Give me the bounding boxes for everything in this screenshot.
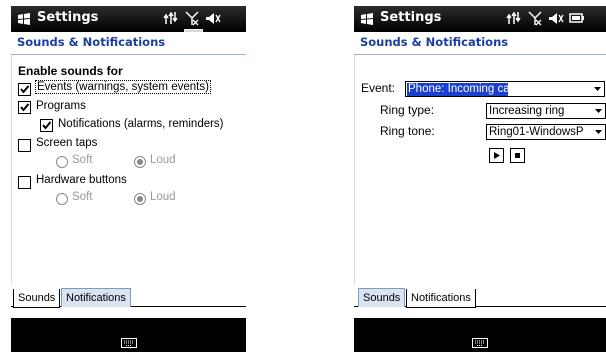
events-label[interactable]: Events (warnings, system events) <box>35 80 211 94</box>
keyboard-icon[interactable] <box>472 338 488 348</box>
page-title: Sounds & Notifications <box>360 35 509 49</box>
stop-icon <box>515 153 520 158</box>
volume-off-icon[interactable] <box>548 10 564 26</box>
screen-taps-checkbox[interactable] <box>18 139 31 152</box>
sounds-content: Enable sounds for Events (warnings, syst… <box>11 55 246 284</box>
screen-taps-label[interactable]: Screen taps <box>36 137 97 149</box>
page-header: Sounds & Notifications <box>354 32 606 55</box>
ring-tone-value: Ring01-WindowsP <box>489 126 584 138</box>
checkmark-icon <box>42 121 52 130</box>
battery-icon <box>569 13 584 23</box>
play-button[interactable] <box>489 148 504 163</box>
hardware-buttons-loud-label[interactable]: Loud <box>150 191 176 203</box>
programs-label[interactable]: Programs <box>36 100 86 112</box>
connectivity-icon[interactable] <box>506 10 522 26</box>
app-title: Settings <box>37 10 99 25</box>
ring-type-label: Ring type: <box>380 103 435 117</box>
hardware-buttons-soft-label[interactable]: Soft <box>72 191 92 203</box>
notifications-checkbox[interactable] <box>40 119 53 132</box>
sounds-tab-screen: Settings OK Sounds & Notifications Enabl… <box>11 6 246 352</box>
ring-tone-dropdown[interactable]: Ring01-WindowsP <box>486 124 606 140</box>
hardware-buttons-soft-radio[interactable] <box>56 193 68 205</box>
status-icons <box>506 10 590 28</box>
status-icons: OK <box>163 10 246 46</box>
checkmark-icon <box>20 85 30 94</box>
play-icon <box>494 152 500 159</box>
screen-taps-soft-label[interactable]: Soft <box>72 154 92 166</box>
hardware-buttons-checkbox[interactable] <box>18 176 31 189</box>
title-bar: Settings <box>354 6 606 32</box>
ring-tone-label: Ring tone: <box>380 124 435 138</box>
connectivity-icon[interactable] <box>163 10 179 26</box>
events-checkbox[interactable] <box>18 83 31 96</box>
screen-taps-loud-label[interactable]: Loud <box>150 154 176 166</box>
page-header: Sounds & Notifications <box>11 32 246 55</box>
tab-sounds[interactable]: Sounds <box>358 288 406 307</box>
tab-notifications[interactable]: Notifications <box>406 289 476 308</box>
menu-bar <box>11 318 246 352</box>
chevron-down-icon <box>595 109 602 113</box>
event-dropdown[interactable]: Phone: Incoming call <box>405 81 605 97</box>
windows-logo-icon[interactable] <box>17 12 31 26</box>
notifications-tab-screen: Settings Sounds & Notifications Event: P… <box>354 6 606 352</box>
page-title: Sounds & Notifications <box>17 35 166 49</box>
notifications-content: Event: Phone: Incoming call Ring type: I… <box>354 55 606 284</box>
hardware-buttons-label[interactable]: Hardware buttons <box>36 174 127 186</box>
programs-checkbox[interactable] <box>18 101 31 114</box>
event-label: Event: <box>361 81 396 95</box>
ring-type-dropdown[interactable]: Increasing ring <box>486 103 606 119</box>
stop-button[interactable] <box>510 148 525 163</box>
app-title: Settings <box>380 10 442 25</box>
chevron-down-icon <box>594 87 601 91</box>
signal-off-icon[interactable] <box>527 10 543 26</box>
windows-logo-icon[interactable] <box>360 12 374 26</box>
keyboard-icon[interactable] <box>120 338 137 348</box>
volume-off-icon[interactable] <box>205 10 221 26</box>
section-label: Enable sounds for <box>18 64 123 78</box>
screen-taps-loud-radio[interactable] <box>134 156 146 168</box>
tab-notifications[interactable]: Notifications <box>61 288 131 307</box>
cropped-caption <box>0 0 606 5</box>
checkmark-icon <box>20 103 30 112</box>
screen-taps-soft-radio[interactable] <box>56 156 68 168</box>
chevron-down-icon <box>595 130 602 134</box>
signal-off-icon[interactable] <box>184 10 200 26</box>
tab-sounds[interactable]: Sounds <box>13 289 61 308</box>
title-bar: Settings OK <box>11 6 246 46</box>
notifications-label[interactable]: Notifications (alarms, reminders) <box>58 118 224 130</box>
hardware-buttons-loud-radio[interactable] <box>134 193 146 205</box>
event-value: Phone: Incoming call <box>407 83 508 96</box>
menu-bar <box>354 318 606 352</box>
ring-type-value: Increasing ring <box>489 105 565 117</box>
tab-bar: Sounds Notifications <box>354 284 606 318</box>
tab-bar: Sounds Notifications <box>11 284 246 318</box>
